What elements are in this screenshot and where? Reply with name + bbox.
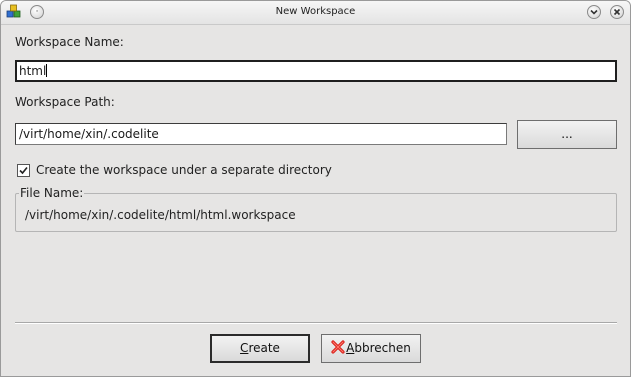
- window-title: New Workspace: [275, 6, 356, 17]
- workspace-path-input[interactable]: /virt/home/xin/.codelite: [15, 123, 507, 145]
- button-separator: [15, 322, 617, 324]
- chevron-down-icon: [590, 9, 598, 15]
- file-name-value: /virt/home/xin/.codelite/html/html.works…: [25, 208, 296, 222]
- create-button[interactable]: Create: [210, 334, 310, 363]
- workspace-name-label: Workspace Name:: [15, 35, 124, 49]
- workspace-name-value: html: [19, 64, 47, 78]
- close-button[interactable]: [610, 5, 624, 19]
- checkmark-icon: [19, 166, 28, 175]
- create-label-rest: reate: [248, 341, 280, 355]
- workspace-name-input[interactable]: html: [15, 60, 617, 82]
- workspace-path-value: /virt/home/xin/.codelite: [19, 127, 159, 141]
- new-workspace-dialog: · New Workspace Workspace Name: html Wor…: [0, 0, 631, 377]
- title-bar[interactable]: · New Workspace: [1, 1, 630, 25]
- separate-directory-checkbox[interactable]: [17, 164, 30, 177]
- text-caret: [46, 64, 48, 77]
- file-name-group-label: File Name:: [19, 186, 85, 200]
- cancel-icon: [331, 340, 345, 354]
- separate-directory-label[interactable]: Create the workspace under a separate di…: [36, 163, 332, 177]
- cancel-button[interactable]: Abbrechen: [321, 334, 421, 363]
- cancel-label-rest: bbrechen: [354, 341, 411, 355]
- workspace-path-label: Workspace Path:: [15, 95, 115, 109]
- browse-button[interactable]: ...: [517, 120, 617, 149]
- close-icon: [613, 8, 621, 16]
- minimize-button[interactable]: [587, 5, 601, 19]
